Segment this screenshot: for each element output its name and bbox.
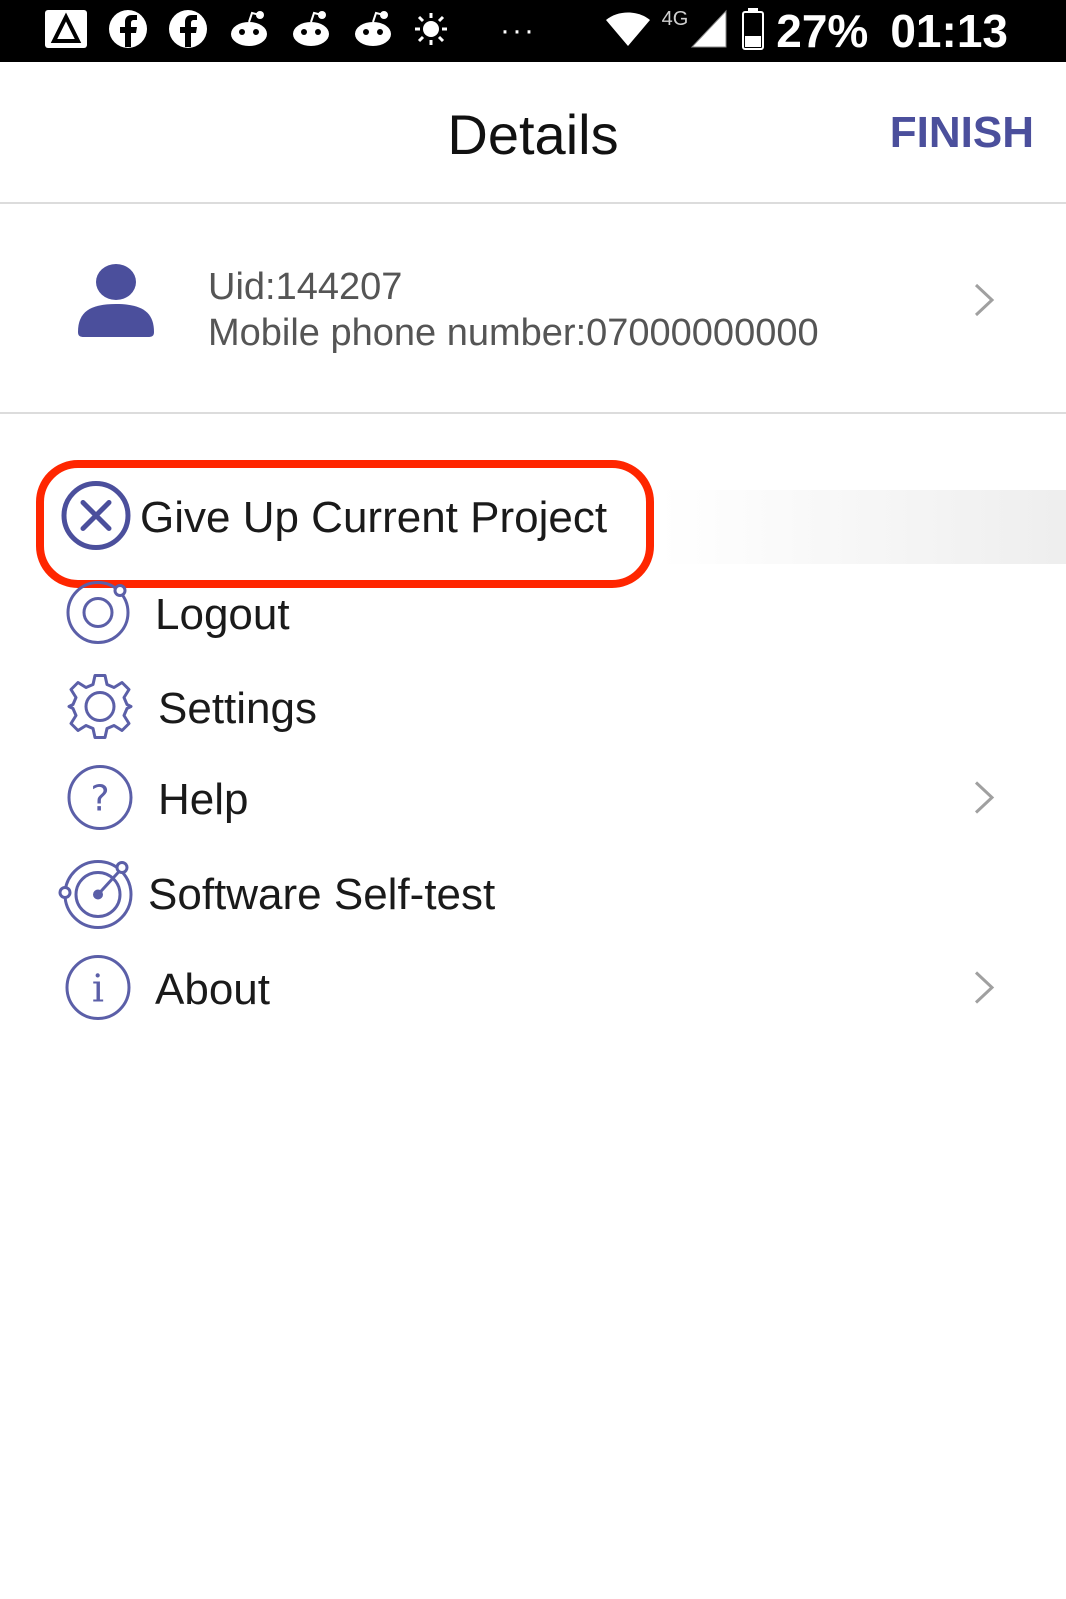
person-icon [76, 262, 156, 343]
user-profile-row[interactable]: Uid:144207 Mobile phone number:070000000… [0, 204, 1066, 414]
user-phone: Mobile phone number:07000000000 [208, 312, 819, 354]
highlight-annotation [36, 460, 654, 588]
status-bar: ··· 4G 27% 01:13 [0, 0, 1066, 62]
facebook-icon [168, 9, 208, 54]
gear-icon [64, 671, 136, 748]
menu-item-label: Software Self-test [148, 870, 496, 919]
battery-icon [742, 7, 765, 55]
reddit-icon [228, 9, 270, 54]
menu-item-settings[interactable]: Settings [0, 664, 1066, 754]
reddit-icon [290, 9, 332, 54]
menu-item-label: About [155, 965, 270, 1014]
clock: 01:13 [890, 5, 1008, 57]
chevron-right-icon [972, 970, 996, 1011]
more-notifications-indicator: ··· [500, 14, 536, 47]
help-icon: ? [66, 764, 134, 837]
menu-item-label: Logout [155, 590, 290, 639]
brightness-icon [414, 12, 448, 51]
notification-icons [44, 8, 468, 54]
info-icon: i [64, 954, 132, 1027]
menu-item-about[interactable]: i About [0, 945, 1066, 1035]
battery-percent: 27% [776, 5, 869, 57]
finish-button[interactable]: FINISH [890, 108, 1034, 158]
network-type: 4G [661, 7, 689, 30]
reddit-icon [352, 9, 394, 54]
facebook-icon [108, 9, 148, 54]
menu-item-self-test[interactable]: Software Self-test [0, 850, 1066, 940]
menu-item-help[interactable]: ? Help [0, 755, 1066, 845]
app-header: Details FINISH [0, 62, 1066, 204]
menu-item-label: Settings [158, 684, 317, 733]
svg-text:?: ? [90, 779, 109, 820]
warning-icon [44, 9, 88, 54]
chevron-right-icon [972, 780, 996, 821]
signal-icon [690, 9, 728, 54]
user-uid: Uid:144207 [208, 266, 403, 308]
user-info: Uid:144207 Mobile phone number:070000000… [208, 264, 819, 356]
radar-icon [56, 853, 136, 938]
svg-text:i: i [92, 967, 104, 1011]
menu-item-label: Help [158, 775, 249, 824]
wifi-icon [604, 10, 652, 53]
system-indicators: 4G 27% 01:13 [604, 4, 1008, 58]
menu-item-logout[interactable]: Logout [0, 570, 1066, 660]
logout-icon [64, 579, 132, 652]
chevron-right-icon [972, 282, 996, 323]
